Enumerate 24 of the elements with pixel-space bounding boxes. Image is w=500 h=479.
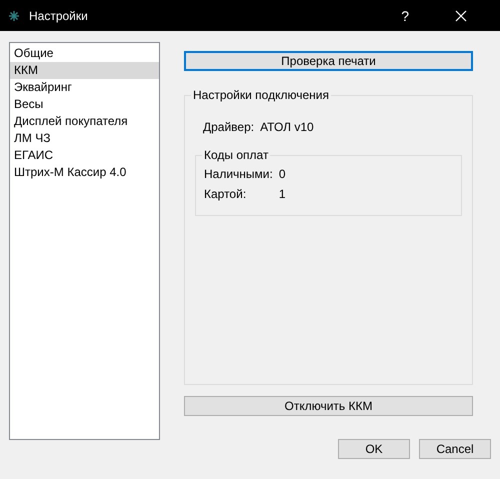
payment-label: Картой: <box>204 187 248 201</box>
driver-value: АТОЛ v10 <box>260 120 314 134</box>
disconnect-button[interactable]: Отключить ККМ <box>184 396 473 416</box>
ok-button[interactable]: OK <box>338 439 410 459</box>
payment-value: 0 <box>278 167 286 181</box>
print-test-button[interactable]: Проверка печати <box>184 51 473 71</box>
payment-label: Наличными: <box>204 167 273 181</box>
close-icon[interactable] <box>455 10 467 22</box>
list-item[interactable]: Весы <box>10 96 159 113</box>
list-item[interactable]: ККМ <box>10 62 159 79</box>
list-item[interactable]: Общие <box>10 45 159 62</box>
help-button[interactable]: ? <box>401 8 409 24</box>
driver-label: Драйвер: <box>203 120 254 134</box>
group-title: Настройки подключения <box>191 88 331 102</box>
window-title: Настройки <box>29 8 88 22</box>
payment-value: 1 <box>278 187 286 201</box>
list-item[interactable]: Дисплей покупателя <box>10 113 159 130</box>
list-item[interactable]: ЛМ ЧЗ <box>10 130 159 147</box>
group-title: Коды оплат <box>202 148 270 162</box>
app-icon <box>9 10 19 20</box>
list-item[interactable]: Эквайринг <box>10 79 159 96</box>
cancel-button[interactable]: Cancel <box>419 439 491 459</box>
list-item[interactable]: Штрих-М Кассир 4.0 <box>10 164 159 181</box>
list-item[interactable]: ЕГАИС <box>10 147 159 164</box>
